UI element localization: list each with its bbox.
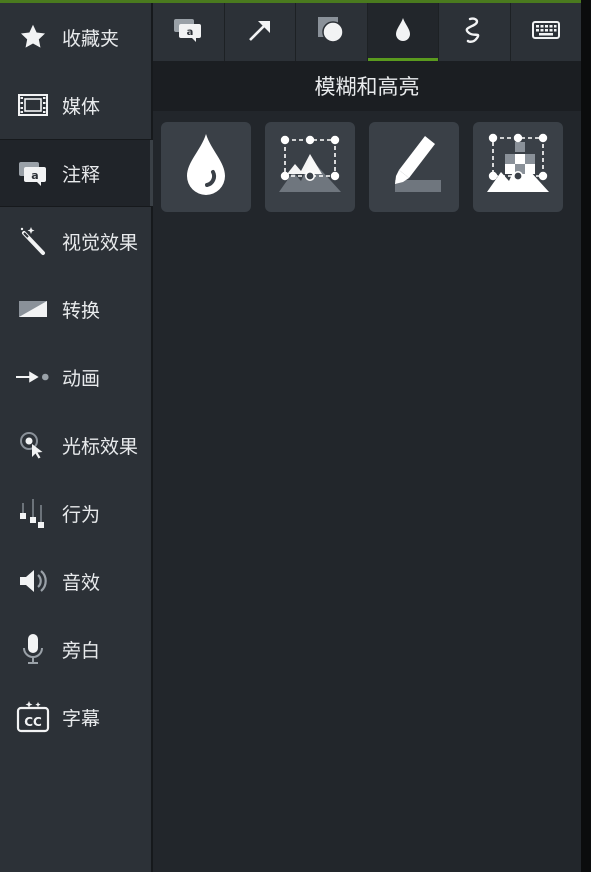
svg-text:CC: CC: [24, 715, 42, 729]
tab-arrows-lines[interactable]: [225, 3, 296, 61]
animation-arrow-icon: [16, 360, 50, 394]
tile-blur[interactable]: [161, 122, 251, 212]
tab-keystrokes[interactable]: [511, 3, 582, 61]
sidebar-item-label: 行为: [62, 503, 101, 526]
speaker-icon: [16, 564, 50, 598]
annotations-panel: a 模糊和高亮: [153, 3, 581, 872]
cursor-effect-icon: [16, 428, 50, 462]
sidebar-item-annotations[interactable]: a 注释: [0, 139, 153, 207]
tab-shapes[interactable]: [296, 3, 368, 61]
sidebar-item-label: 收藏夹: [62, 27, 120, 50]
sidebar-item-visual-effects[interactable]: 视觉效果: [0, 207, 151, 275]
sidebar-item-captions[interactable]: CC 字幕: [0, 683, 151, 751]
sidebar-item-label: 音效: [62, 571, 101, 594]
tile-highlight[interactable]: [369, 122, 459, 212]
tab-callouts[interactable]: a: [153, 3, 225, 61]
sidebar-item-label: 视觉效果: [62, 231, 139, 254]
sidebar-item-label: 转换: [62, 299, 101, 322]
sketch-motion-icon: [461, 16, 487, 48]
sidebar: 收藏夹 媒体 a 注释 视觉效果 转换 动画 光标效果 行为 音效 旁白 CC …: [0, 3, 153, 872]
sidebar-item-behaviors[interactable]: 行为: [0, 479, 151, 547]
sidebar-item-label: 注释: [62, 163, 101, 186]
sidebar-item-animations[interactable]: 动画: [0, 343, 151, 411]
svg-text:a: a: [31, 169, 38, 182]
sidebar-item-favorites[interactable]: 收藏夹: [0, 3, 151, 71]
blur-drop-icon: [394, 17, 412, 47]
shape-icon: [317, 16, 345, 48]
annotation-tiles: [153, 111, 581, 212]
sidebar-item-label: 动画: [62, 367, 101, 390]
sidebar-item-label: 旁白: [62, 639, 101, 662]
tile-spotlight[interactable]: [265, 122, 355, 212]
svg-text:a: a: [187, 27, 194, 38]
tab-blur-highlight[interactable]: [367, 3, 439, 61]
captions-icon: CC: [16, 700, 50, 734]
sidebar-item-media[interactable]: 媒体: [0, 71, 151, 139]
pixelate-icon: [485, 132, 551, 202]
microphone-icon: [16, 632, 50, 666]
sidebar-item-transitions[interactable]: 转换: [0, 275, 151, 343]
tab-sketch-motion[interactable]: [439, 3, 511, 61]
keyboard-icon: [531, 21, 560, 43]
annotation-icon: a: [16, 156, 50, 190]
magic-wand-icon: [16, 224, 50, 258]
film-icon: [16, 88, 50, 122]
star-icon: [16, 20, 50, 54]
callout-icon: a: [172, 17, 204, 47]
arrow-icon: [247, 17, 273, 47]
transition-icon: [16, 292, 50, 326]
spotlight-icon: [277, 132, 343, 202]
sidebar-item-label: 字幕: [62, 707, 101, 730]
behavior-icon: [16, 496, 50, 530]
section-title: 模糊和高亮: [153, 61, 581, 111]
sidebar-item-label: 光标效果: [62, 435, 139, 458]
window-edge: [581, 0, 591, 872]
annotation-type-tabs: a: [153, 3, 581, 61]
sidebar-item-audio-effects[interactable]: 音效: [0, 547, 151, 615]
sidebar-item-label: 媒体: [62, 95, 101, 118]
sidebar-item-voice-narration[interactable]: 旁白: [0, 615, 151, 683]
tile-pixelate[interactable]: [473, 122, 563, 212]
blur-drop-icon: [183, 132, 229, 202]
sidebar-item-cursor-effects[interactable]: 光标效果: [0, 411, 151, 479]
highlight-pen-icon: [381, 132, 447, 202]
